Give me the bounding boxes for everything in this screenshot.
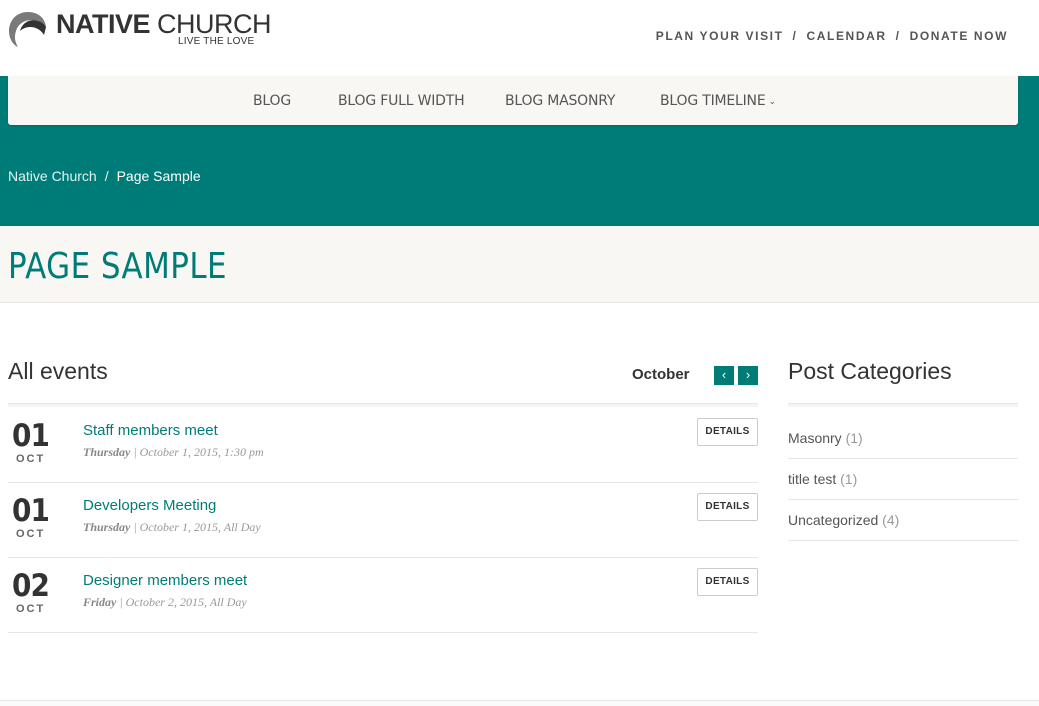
chevron-left-icon: ‹ bbox=[721, 367, 727, 382]
site-header: NATIVE CHURCH LIVE THE LOVE PLAN YOUR VI… bbox=[0, 0, 1039, 76]
event-month: OCT bbox=[16, 603, 46, 615]
prev-month-button[interactable]: ‹ bbox=[714, 366, 734, 385]
page-title: PAGE SAMPLE bbox=[8, 246, 228, 287]
category-link[interactable]: Uncategorized (4) bbox=[788, 512, 899, 528]
top-link-separator: / bbox=[895, 29, 901, 43]
event-title-link[interactable]: Designer members meet bbox=[83, 572, 247, 589]
events-divider bbox=[8, 403, 758, 407]
event-month: OCT bbox=[16, 528, 46, 540]
donate-now-link[interactable]: DONATE NOW bbox=[910, 29, 1008, 43]
event-day: 01 bbox=[12, 493, 50, 529]
event-row: 01 OCT Developers Meeting Thursday | Oct… bbox=[8, 483, 758, 558]
breadcrumb-separator: / bbox=[104, 168, 109, 184]
nav-item-blog-masonry[interactable]: BLOG MASONRY bbox=[505, 93, 615, 109]
current-month: October bbox=[632, 366, 690, 383]
chevron-down-icon: ⌄ bbox=[768, 97, 776, 107]
top-link-separator: / bbox=[792, 29, 798, 43]
event-day: 01 bbox=[12, 418, 50, 454]
event-title-link[interactable]: Staff members meet bbox=[83, 422, 218, 439]
category-name: Uncategorized bbox=[788, 512, 879, 528]
event-weekday: Thursday bbox=[83, 445, 131, 459]
category-link[interactable]: title test (1) bbox=[788, 471, 857, 487]
next-month-button[interactable]: › bbox=[738, 366, 758, 385]
category-name: Masonry bbox=[788, 430, 842, 446]
footer-divider bbox=[0, 700, 1039, 706]
calendar-link[interactable]: CALENDAR bbox=[806, 29, 886, 43]
post-categories-heading: Post Categories bbox=[788, 358, 952, 384]
category-item: title test (1) bbox=[788, 459, 1018, 500]
logo-title-thin: CHURCH bbox=[157, 9, 272, 39]
event-weekday: Thursday bbox=[83, 520, 131, 534]
event-day: 02 bbox=[12, 568, 50, 604]
main-nav: BLOG BLOG FULL WIDTH BLOG MASONRY BLOG T… bbox=[8, 76, 1018, 125]
logo-title: NATIVE CHURCH bbox=[56, 9, 272, 39]
chevron-right-icon: › bbox=[745, 367, 751, 382]
category-link[interactable]: Masonry (1) bbox=[788, 430, 863, 446]
details-button[interactable]: DETAILS bbox=[697, 568, 758, 596]
site-logo[interactable]: NATIVE CHURCH LIVE THE LOVE bbox=[8, 9, 272, 49]
category-count: (4) bbox=[882, 512, 900, 528]
nav-item-blog-timeline[interactable]: BLOG TIMELINE ⌄ bbox=[660, 93, 776, 109]
page-title-band: PAGE SAMPLE bbox=[0, 226, 1039, 303]
nav-item-blog[interactable]: BLOG bbox=[253, 93, 291, 109]
event-title-link[interactable]: Developers Meeting bbox=[83, 497, 216, 514]
event-when: | October 2, 2015, All Day bbox=[116, 595, 247, 609]
details-button[interactable]: DETAILS bbox=[697, 418, 758, 446]
event-row: 01 OCT Staff members meet Thursday | Oct… bbox=[8, 408, 758, 483]
event-when: | October 1, 2015, All Day bbox=[130, 520, 261, 534]
event-month: OCT bbox=[16, 453, 46, 465]
top-links: PLAN YOUR VISIT / CALENDAR / DONATE NOW bbox=[656, 29, 1008, 43]
category-item: Masonry (1) bbox=[788, 418, 1018, 459]
breadcrumb: Native Church / Page Sample bbox=[8, 168, 201, 184]
sidebar-divider bbox=[788, 403, 1018, 407]
breadcrumb-home-link[interactable]: Native Church bbox=[8, 168, 97, 184]
event-when: | October 1, 2015, 1:30 pm bbox=[130, 445, 264, 459]
plan-your-visit-link[interactable]: PLAN YOUR VISIT bbox=[656, 29, 784, 43]
event-weekday: Friday bbox=[83, 595, 117, 609]
logo-title-bold: NATIVE bbox=[56, 9, 151, 39]
dove-logo-icon bbox=[9, 12, 46, 47]
category-name: title test bbox=[788, 471, 837, 487]
category-count: (1) bbox=[840, 471, 858, 487]
event-meta: Thursday | October 1, 2015, 1:30 pm bbox=[83, 445, 264, 460]
details-button[interactable]: DETAILS bbox=[697, 493, 758, 521]
category-item: Uncategorized (4) bbox=[788, 500, 1018, 541]
nav-item-blog-full-width[interactable]: BLOG FULL WIDTH bbox=[338, 93, 465, 109]
event-row: 02 OCT Designer members meet Friday | Oc… bbox=[8, 558, 758, 633]
event-meta: Thursday | October 1, 2015, All Day bbox=[83, 520, 261, 535]
events-heading: All events bbox=[8, 358, 108, 384]
breadcrumb-current: Page Sample bbox=[116, 168, 201, 184]
nav-item-blog-timeline-label: BLOG TIMELINE bbox=[660, 93, 766, 109]
logo-tagline: LIVE THE LOVE bbox=[178, 36, 255, 47]
event-meta: Friday | October 2, 2015, All Day bbox=[83, 595, 247, 610]
category-count: (1) bbox=[845, 430, 863, 446]
